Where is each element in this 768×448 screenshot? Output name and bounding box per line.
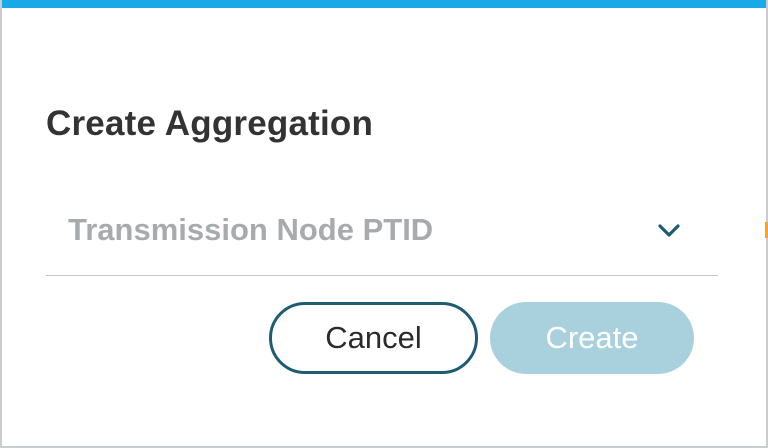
chevron-down-icon[interactable] (656, 220, 682, 240)
create-button[interactable]: Create (490, 302, 694, 374)
dialog-top-border (0, 0, 768, 8)
select-placeholder: Transmission Node PTID (68, 212, 434, 247)
dialog-title: Create Aggregation (46, 104, 374, 143)
transmission-node-ptid-select[interactable]: Transmission Node PTID (46, 200, 718, 276)
cancel-button[interactable]: Cancel (269, 302, 478, 374)
create-aggregation-dialog: Create Aggregation Transmission Node PTI… (0, 0, 768, 448)
dialog-left-border (0, 0, 2, 448)
